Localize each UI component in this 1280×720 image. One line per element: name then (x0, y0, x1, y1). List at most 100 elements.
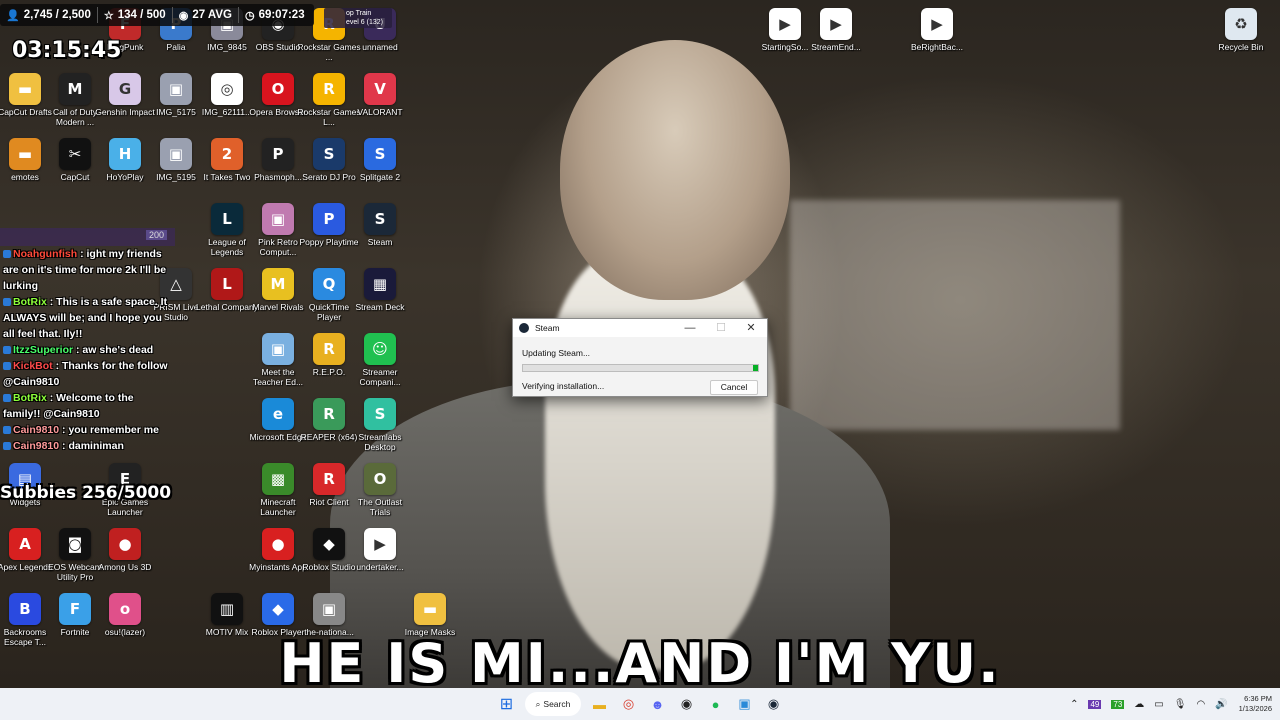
riot-icon: R (313, 463, 345, 495)
chat-text: : aw she's dead (73, 344, 154, 356)
chat-username: Noahgunfish (13, 248, 78, 260)
spotify-icon[interactable]: ● (704, 692, 728, 716)
chat-message: BotRix : Welcome to the family!! @Cain98… (0, 390, 175, 422)
quicktime-icon: Q (313, 268, 345, 300)
close-button[interactable]: ✕ (736, 319, 766, 337)
splitgate-icon: S (364, 138, 396, 170)
photos-icon[interactable]: ▣ (733, 692, 757, 716)
video-icon: ▶ (364, 528, 396, 560)
steam-update-dialog: Steam — ☐ ✕ Updating Steam... Verifying … (512, 318, 768, 397)
taskbar-search[interactable]: ⌕ Search (525, 692, 581, 716)
chat-username: Cain9810 (13, 424, 60, 436)
desktop-icon-streamdeck[interactable]: ▦ Stream Deck (348, 268, 412, 334)
wifi-icon[interactable]: ◠ (1196, 699, 1205, 710)
person-icon: 👤 (6, 9, 20, 22)
chat-message: KickBot : Thanks for the follow @Cain981… (0, 358, 175, 390)
taskbar-apps: ⊞ ⌕ Search ▬ ◎ ☻ ◉ ● ▣ ◉ (492, 692, 788, 716)
steam-icon (519, 323, 529, 333)
star-icon: ☆ (103, 9, 114, 22)
desktop-icon-outlast[interactable]: O The Outlast Trials (348, 463, 412, 529)
desktop-icon-osu[interactable]: o osu!(lazer) (93, 593, 157, 659)
uptime-stat: ◷ 69:07:23 (244, 9, 305, 22)
poppy-icon: P (313, 203, 345, 235)
chat-message: BotRix : This is a safe space. It ALWAYS… (0, 294, 175, 342)
steam-detail-text: Verifying installation... (522, 381, 605, 391)
search-icon: ⌕ (535, 698, 541, 709)
taskbar-time: 6:36 PM (1244, 694, 1272, 703)
minimize-button[interactable]: — (675, 319, 705, 337)
start-icon[interactable]: ⊞ (495, 692, 519, 716)
serato-icon: S (313, 138, 345, 170)
chevron-up-icon[interactable]: ⌃ (1070, 699, 1078, 710)
desktop-icon-video[interactable]: ▶ StreamEnd... (804, 8, 868, 74)
desktop-icon-streamlabs[interactable]: S Streamlabs Desktop (348, 398, 412, 464)
chat-overlay: 200 Noahgunfish : ight my friends are on… (0, 228, 175, 454)
mic-icon[interactable]: 🎙 (1174, 699, 1187, 710)
cod-icon: M (59, 73, 91, 105)
desktop-icon-label: Streamlabs Desktop (358, 432, 402, 452)
roblox-studio-icon: ◆ (313, 528, 345, 560)
tray-badge-49[interactable]: 49 (1088, 699, 1102, 709)
chat-messages: Noahgunfish : ight my friends are on it'… (0, 246, 175, 454)
desktop-icon-recycle-bin[interactable]: ♻ Recycle Bin (1209, 8, 1273, 74)
apex-icon: A (9, 528, 41, 560)
desktop-icon-video[interactable]: ▶ BeRightBac... (905, 8, 969, 74)
minecraft-icon: ▩ (262, 463, 294, 495)
reaper-icon: R (313, 398, 345, 430)
wallpaper-beard (545, 250, 775, 670)
volume-icon[interactable]: 🔊 (1215, 699, 1227, 710)
desktop-icon-label: Among Us 3D (98, 562, 152, 572)
tray-badge-73[interactable]: 73 (1111, 699, 1125, 709)
chat-badge-icon (3, 426, 11, 435)
desktop-icon-steam[interactable]: S Steam (348, 203, 412, 269)
desktop-icon-label: Streamer Compani... (359, 367, 401, 387)
steam-icon: S (364, 203, 396, 235)
subs-stat: ☆ 134 / 500 (98, 7, 173, 23)
desktop-icon-label: Stream Deck (355, 302, 405, 312)
marvel-icon: M (262, 268, 294, 300)
chat-badge-icon (3, 394, 11, 403)
hype-train-banner: op Train evel 6 (132) (324, 8, 392, 28)
capcut-icon: ✂ (59, 138, 91, 170)
video-icon: ▶ (921, 8, 953, 40)
wallpaper-head (560, 40, 790, 300)
battery-icon[interactable]: ▭ (1154, 699, 1163, 710)
amongus-icon: ● (109, 528, 141, 560)
chat-message: ItzzSuperior : aw she's dead (0, 342, 175, 358)
desktop-icon-label: osu!(lazer) (104, 627, 146, 637)
desktop-icon-label: the-nationa... (304, 627, 354, 637)
chat-header: 200 (0, 228, 175, 246)
steam-progress-fill (753, 365, 758, 371)
file-explorer-icon[interactable]: ▬ (588, 692, 612, 716)
chat-username: Cain9810 (13, 440, 60, 452)
taskbar-clock[interactable]: 6:36 PM 1/13/2026 (1239, 694, 1272, 714)
steam-icon[interactable]: ◉ (762, 692, 786, 716)
chrome-icon[interactable]: ◎ (617, 692, 641, 716)
desktop-icon-streamer-companion[interactable]: ☺ Streamer Compani... (348, 333, 412, 399)
obs-icon[interactable]: ◉ (675, 692, 699, 716)
desktop-icon-splitgate[interactable]: S Splitgate 2 (348, 138, 412, 204)
roblox-icon: ◆ (262, 593, 294, 625)
desktop-icon-label: undertaker... (356, 562, 404, 572)
desktop-icon-amongus[interactable]: ● Among Us 3D (93, 528, 157, 594)
chat-username: BotRix (13, 296, 47, 308)
desktop-icon-label: StreamEnd... (811, 42, 861, 52)
desktop-icon-video[interactable]: ▶ undertaker... (348, 528, 412, 594)
chat-username: KickBot (13, 360, 53, 372)
chat-badge-icon (3, 346, 11, 355)
maximize-button[interactable]: ☐ (706, 319, 736, 337)
discord-icon[interactable]: ☻ (646, 692, 670, 716)
desktop-icon-image[interactable]: ▣ the-nationa... (297, 593, 361, 659)
hoyoplay-icon: H (109, 138, 141, 170)
chat-text: : daminiman (59, 440, 124, 452)
steam-titlebar[interactable]: Steam — ☐ ✕ (513, 319, 767, 337)
folder-icon: ▬ (414, 593, 446, 625)
desktop-icon-valorant[interactable]: V VALORANT (348, 73, 412, 139)
desktop-icon-label: The Outlast Trials (358, 497, 402, 517)
onedrive-icon[interactable]: ☁ (1134, 699, 1144, 710)
desktop-icon-label: Recycle Bin (1218, 42, 1264, 52)
desktop-icon-folder[interactable]: ▬ Image Masks (398, 593, 462, 659)
desktop-icon-label: Image Masks (404, 627, 456, 637)
system-tray: ⌃ 49 73 ☁ ▭ 🎙 ◠ 🔊 6:36 PM 1/13/2026 (1065, 692, 1272, 716)
cancel-button[interactable]: Cancel (710, 380, 758, 395)
